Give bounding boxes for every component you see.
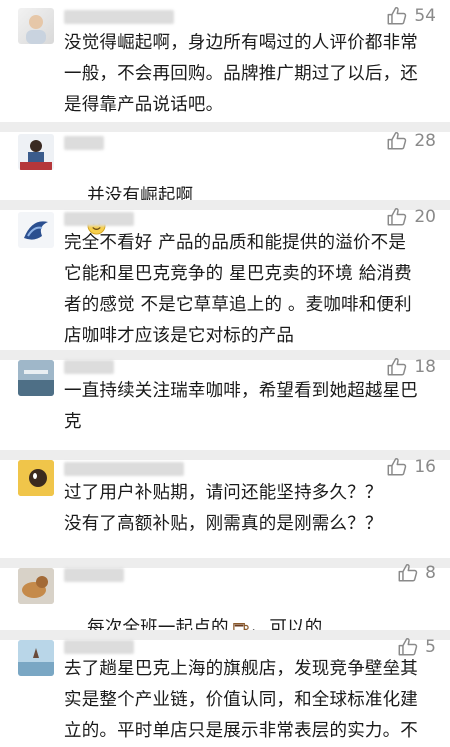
comment-text: 去了趟星巴克上海的旗舰店，发现竞争壁垒其 实是整个产业链，价值认同，和全球标准化…: [64, 659, 418, 741]
divider: [0, 558, 450, 568]
username: [64, 640, 134, 654]
like-count: 20: [414, 207, 436, 227]
thumbs-up-icon: [386, 5, 408, 27]
avatar[interactable]: [18, 568, 54, 604]
like-button[interactable]: 8: [397, 562, 436, 584]
username: [64, 10, 174, 24]
comment-item: 54 没觉得崛起啊，身边所有喝过的人评价都非常 一般，不会再回购。品牌推广期过了…: [0, 0, 450, 122]
divider: [0, 630, 450, 640]
comment-item: 8 每次全班一起点的 、可以的: [0, 563, 450, 638]
divider: [0, 200, 450, 210]
like-count: 8: [425, 563, 436, 583]
comment-item: 16 过了用户补贴期，请问还能坚持多久？？ 没有了高额补贴，刚需真的是刚需么？？: [0, 457, 450, 558]
comment-item: 5 去了趟星巴克上海的旗舰店，发现竞争壁垒其 实是整个产业链，价值认同，和全球标…: [0, 637, 450, 741]
avatar[interactable]: [18, 134, 54, 170]
divider: [0, 350, 450, 360]
username: [64, 462, 184, 476]
comment-item: 20 完全不看好 产品的品质和能提供的溢价不是 它能和星巴克竞争的 星巴克卖的环…: [0, 207, 450, 350]
comment-text: 一直持续关注瑞幸咖啡，希望看到她超越星巴 克: [64, 381, 418, 432]
avatar[interactable]: [18, 640, 54, 676]
comment-item: 28 并没有崛起啊: [0, 130, 450, 235]
avatar[interactable]: [18, 8, 54, 44]
like-button[interactable]: 54: [386, 5, 436, 27]
like-button[interactable]: 18: [386, 356, 436, 378]
thumbs-up-icon: [397, 562, 419, 584]
comment-text: 没觉得崛起啊，身边所有喝过的人评价都非常 一般，不会再回购。品牌推广期过了以后，…: [64, 33, 418, 115]
thumbs-up-icon: [386, 130, 408, 152]
like-button[interactable]: 20: [386, 206, 436, 228]
divider: [0, 122, 450, 132]
like-count: 16: [414, 457, 436, 477]
comment-item: 18 一直持续关注瑞幸咖啡，希望看到她超越星巴 克: [0, 357, 450, 450]
avatar[interactable]: [18, 212, 54, 248]
avatar[interactable]: [18, 360, 54, 396]
username: [64, 212, 134, 226]
username: [64, 568, 124, 582]
like-count: 54: [414, 6, 436, 26]
username: [64, 136, 104, 150]
like-button[interactable]: 28: [386, 130, 436, 152]
comment-text: 过了用户补贴期，请问还能坚持多久？？ 没有了高额补贴，刚需真的是刚需么？？: [64, 483, 383, 534]
username: [64, 360, 114, 374]
thumbs-up-icon: [386, 356, 408, 378]
like-count: 28: [414, 131, 436, 151]
thumbs-up-icon: [386, 206, 408, 228]
divider: [0, 450, 450, 460]
avatar[interactable]: [18, 460, 54, 496]
like-count: 18: [414, 357, 436, 377]
thumbs-up-icon: [386, 456, 408, 478]
like-button[interactable]: 16: [386, 456, 436, 478]
comment-text: 完全不看好 产品的品质和能提供的溢价不是 它能和星巴克竞争的 星巴克卖的环境 給…: [64, 233, 412, 346]
